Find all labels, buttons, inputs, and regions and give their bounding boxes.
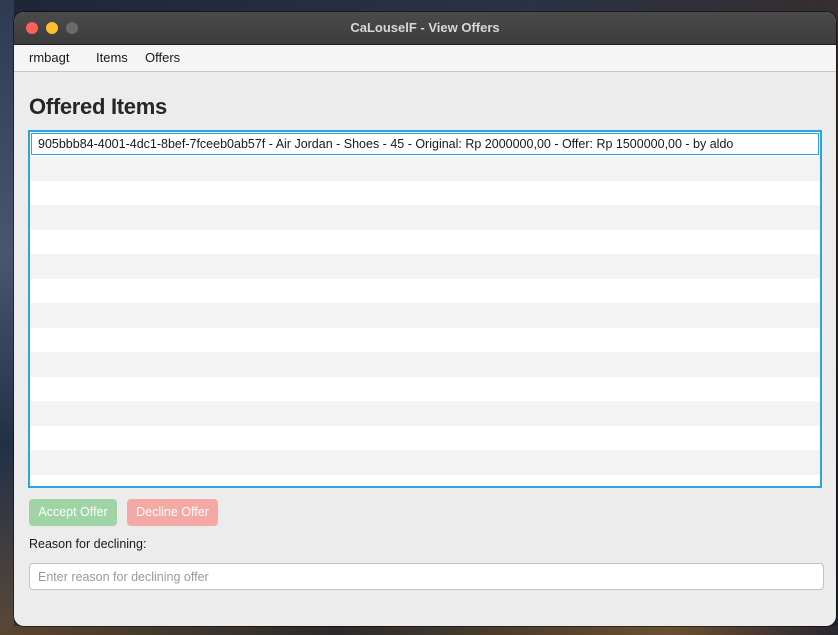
empty-list-row [30, 328, 820, 353]
empty-list-row [30, 254, 820, 279]
decline-offer-button[interactable]: Decline Offer [127, 499, 218, 526]
offer-list-item[interactable]: 905bbb84-4001-4dc1-8bef-7fceeb0ab57f - A… [31, 133, 819, 155]
empty-list-row [30, 279, 820, 304]
empty-list-row [30, 205, 820, 230]
menu-bar: rmbagt Items Offers [14, 45, 836, 72]
offers-list[interactable]: 905bbb84-4001-4dc1-8bef-7fceeb0ab57f - A… [28, 130, 822, 488]
desktop-background-bottom [0, 626, 838, 635]
empty-list-row [30, 156, 820, 181]
empty-list-row [30, 352, 820, 377]
empty-list-row [30, 181, 820, 206]
reason-label: Reason for declining: [29, 537, 147, 551]
empty-list-row [30, 401, 820, 426]
empty-list-row [30, 450, 820, 475]
empty-list-row [30, 426, 820, 451]
page-title: Offered Items [29, 94, 167, 119]
empty-list-row [30, 303, 820, 328]
empty-list-row [30, 230, 820, 255]
empty-list-row [30, 475, 820, 487]
window-title: CaLouselF - View Offers [350, 20, 500, 35]
desktop-background [0, 0, 14, 635]
reason-input[interactable] [29, 563, 824, 590]
title-bar[interactable]: CaLouselF - View Offers [14, 12, 836, 45]
empty-list-row [30, 377, 820, 402]
accept-offer-button[interactable]: Accept Offer [29, 499, 117, 526]
menu-offers[interactable]: Offers [145, 45, 180, 71]
menu-items[interactable]: Items [96, 45, 128, 71]
menu-rmbagt[interactable]: rmbagt [29, 45, 69, 71]
app-window: CaLouselF - View Offers rmbagt Items Off… [14, 12, 836, 626]
